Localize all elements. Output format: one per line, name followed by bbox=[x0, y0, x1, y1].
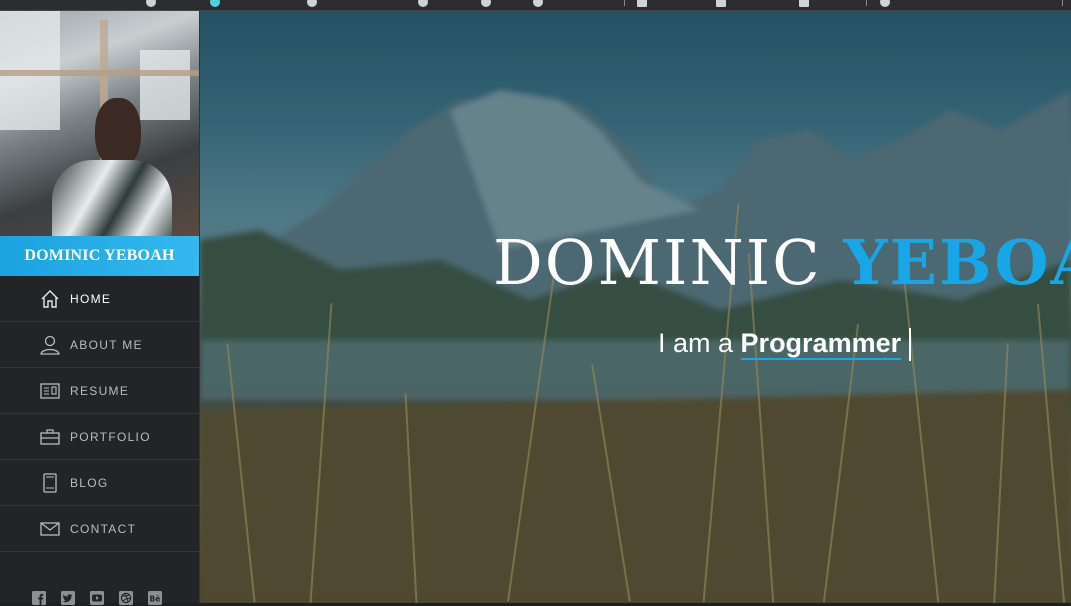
svg-text:Bē: Bē bbox=[150, 595, 161, 604]
bookmark-divider bbox=[1062, 0, 1063, 6]
bookmark-divider bbox=[624, 0, 625, 6]
bookmark-icon[interactable] bbox=[533, 0, 543, 7]
profile-name-bar: DOMINIC YEBOAH bbox=[0, 236, 199, 276]
youtube-icon[interactable] bbox=[89, 590, 105, 606]
hero-section: DOMINIC YEBOAH I am a Programmer bbox=[200, 10, 1071, 603]
bookmark-icon[interactable] bbox=[481, 0, 491, 7]
browser-bookmark-bar bbox=[0, 0, 1071, 11]
bookmark-icon[interactable] bbox=[146, 0, 156, 7]
nav-item-resume[interactable]: RESUME bbox=[0, 368, 199, 414]
nav-label-portfolio: PORTFOLIO bbox=[70, 429, 151, 444]
bookmark-icon[interactable] bbox=[880, 0, 890, 7]
nav-label-home: HOME bbox=[70, 291, 112, 306]
bookmark-icon[interactable] bbox=[799, 0, 809, 7]
nav-label-contact: CONTACT bbox=[70, 521, 137, 536]
social-links: Bē bbox=[31, 590, 163, 606]
hero-typed-text: Programmer bbox=[740, 328, 902, 360]
nav-item-blog[interactable]: BLOG bbox=[0, 460, 199, 506]
main-nav: HOME ABOUT ME RESUME PORTFOLIO BLOG CONT… bbox=[0, 276, 199, 552]
hero-subtitle: I am a Programmer bbox=[658, 328, 912, 362]
hero-first-name: DOMINIC bbox=[493, 226, 822, 299]
hero-title: DOMINIC YEBOAH bbox=[493, 232, 1071, 294]
nav-item-home[interactable]: HOME bbox=[0, 276, 199, 322]
bookmark-icon[interactable] bbox=[418, 0, 428, 7]
resume-icon bbox=[40, 381, 60, 401]
bookmark-icon[interactable] bbox=[307, 0, 317, 7]
user-icon bbox=[40, 335, 60, 355]
nav-label-resume: RESUME bbox=[70, 383, 130, 398]
envelope-icon bbox=[40, 519, 60, 539]
twitter-icon[interactable] bbox=[60, 590, 76, 606]
hero-last-name: YEBOAH bbox=[843, 226, 1071, 299]
facebook-icon[interactable] bbox=[31, 590, 47, 606]
profile-name: DOMINIC YEBOAH bbox=[24, 247, 175, 264]
profile-photo bbox=[0, 10, 199, 236]
nav-item-about-me[interactable]: ABOUT ME bbox=[0, 322, 199, 368]
briefcase-icon bbox=[40, 427, 60, 447]
nav-label-blog: BLOG bbox=[70, 475, 109, 490]
bookmark-icon[interactable] bbox=[637, 0, 647, 7]
nav-item-portfolio[interactable]: PORTFOLIO bbox=[0, 414, 199, 460]
hero-overlay bbox=[200, 10, 1071, 603]
typing-cursor bbox=[909, 328, 912, 362]
behance-icon[interactable]: Bē bbox=[147, 590, 163, 606]
home-icon bbox=[40, 289, 60, 309]
nav-item-contact[interactable]: CONTACT bbox=[0, 506, 199, 552]
bookmark-icon[interactable] bbox=[210, 0, 220, 7]
nav-label-about-me: ABOUT ME bbox=[70, 337, 143, 352]
bookmark-divider bbox=[866, 0, 867, 6]
dribbble-icon[interactable] bbox=[118, 590, 134, 606]
sidebar: DOMINIC YEBOAH HOME ABOUT ME RESUME PORT… bbox=[0, 10, 200, 606]
hero-subtitle-prefix: I am a bbox=[658, 328, 734, 358]
bookmark-icon[interactable] bbox=[716, 0, 726, 7]
book-icon bbox=[40, 472, 60, 493]
